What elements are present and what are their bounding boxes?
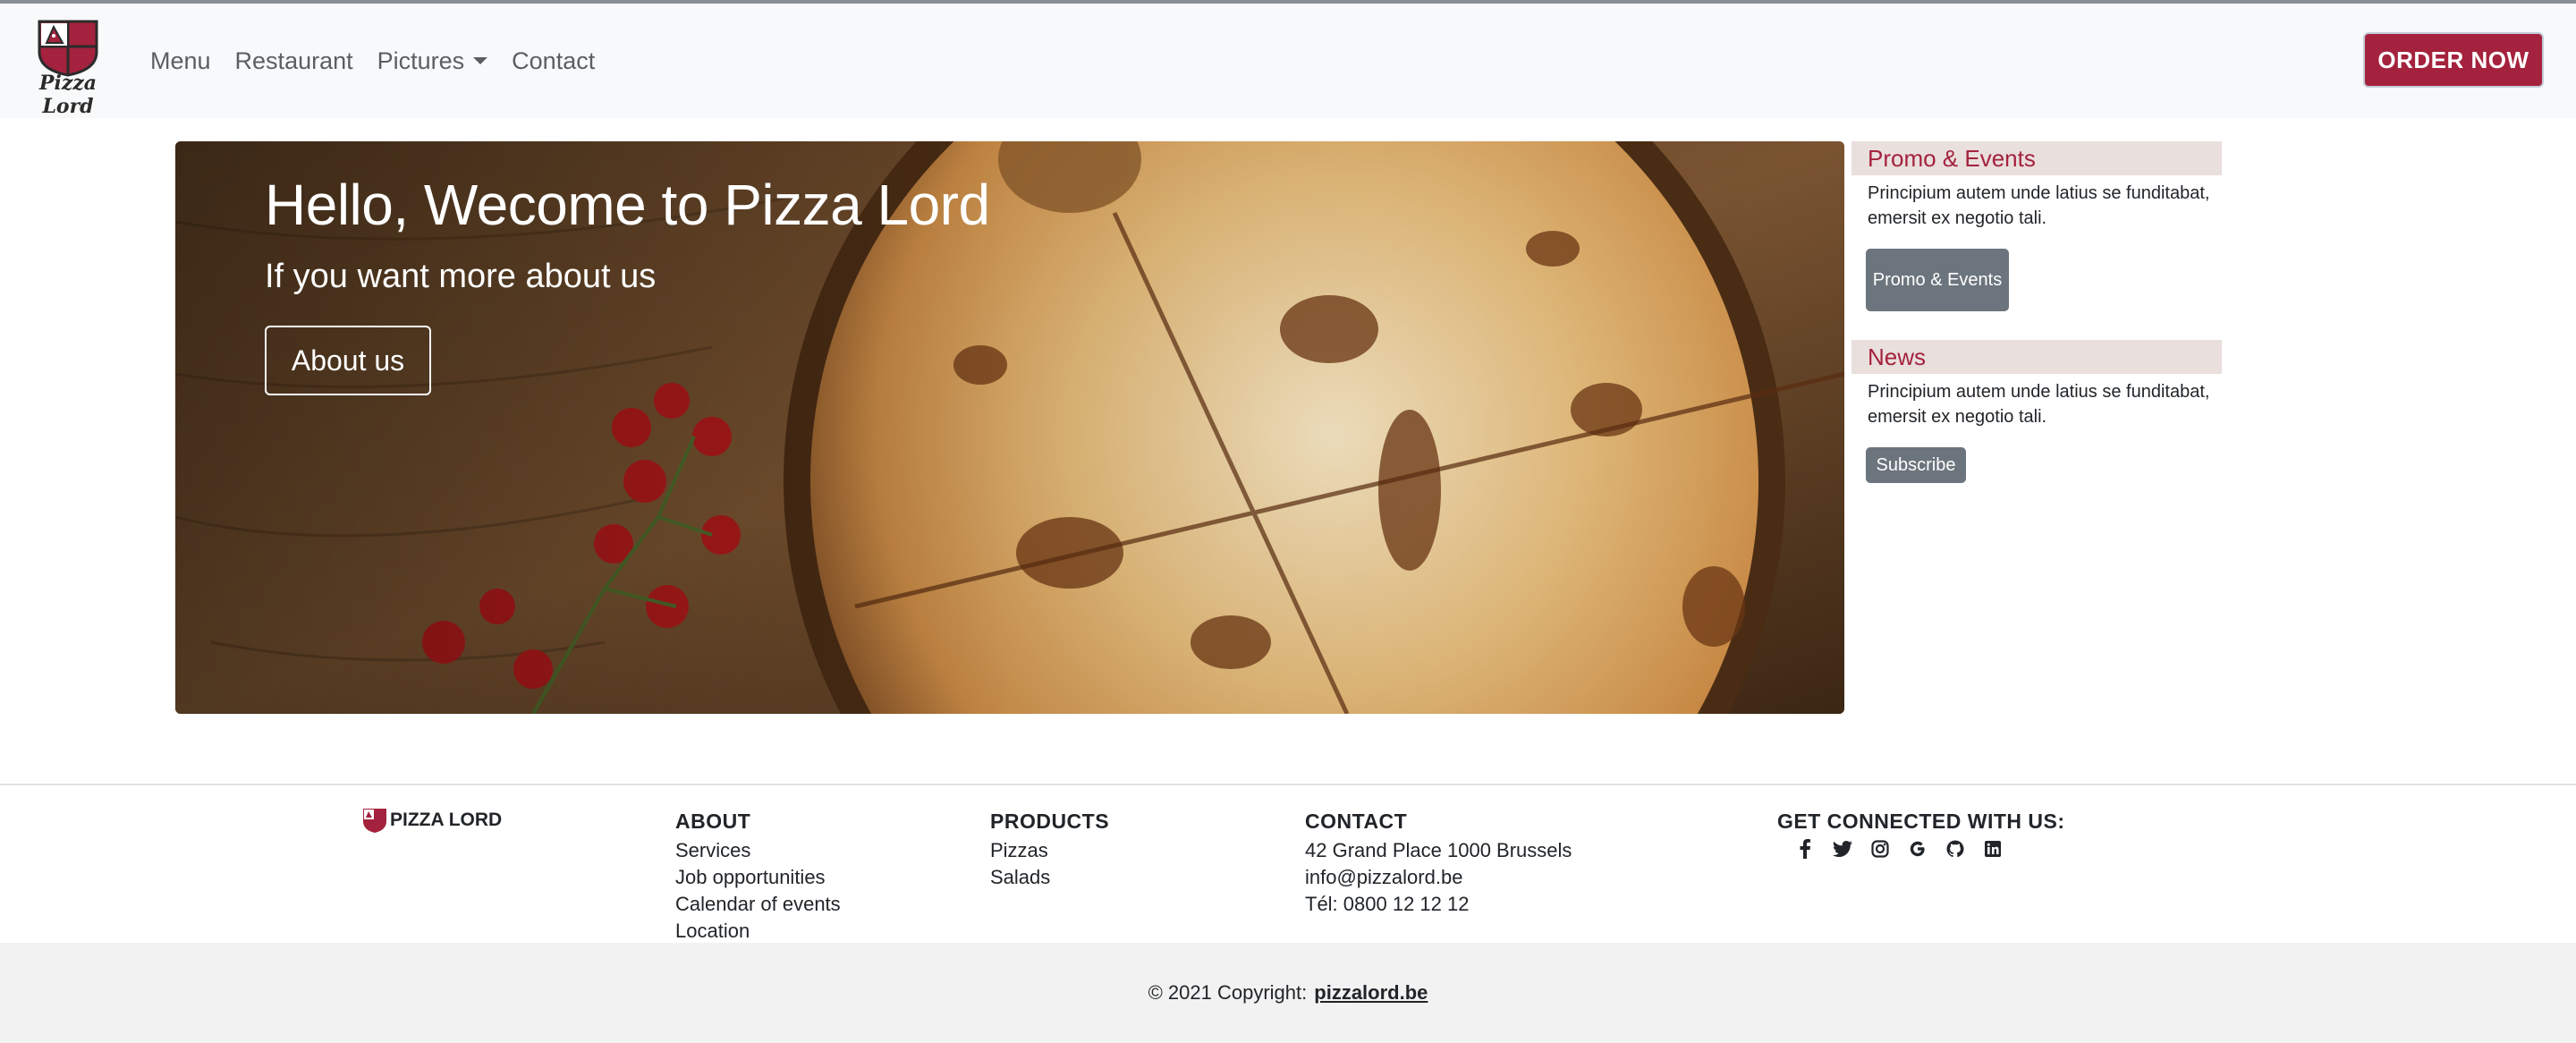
copyright-text: © 2021 Copyright: [1148,981,1308,1004]
nav-pictures-label: Pictures [377,47,465,74]
footer-social: GET CONNECTED WITH US: [1777,807,2065,859]
subscribe-button[interactable]: Subscribe [1866,447,1966,483]
footer-brand[interactable]: PIZZA LORD [361,807,502,834]
footer-logo-icon [363,809,386,833]
copyright-link[interactable]: pizzalord.be [1314,981,1428,1005]
order-now-button[interactable]: ORDER NOW [2363,32,2544,88]
social-icons [1777,839,2065,859]
copyright-bar: © 2021 Copyright: pizzalord.be [0,943,2576,1043]
footer-email[interactable]: info@pizzalord.be [1305,864,1572,891]
brand-name: Pizza Lord [38,72,97,118]
footer-contact-title: CONTACT [1305,810,1408,833]
footer-social-title: GET CONNECTED WITH US: [1777,810,2065,833]
promo-events-card: Promo & Events Principium autem unde lat… [1852,141,2222,320]
footer-link-calendar[interactable]: Calendar of events [675,891,841,918]
caret-down-icon [473,57,488,64]
footer-link-jobs[interactable]: Job opportunities [675,864,841,891]
footer-brand-name: PIZZA LORD [390,810,503,830]
promo-events-text: Principium autem unde latius se funditab… [1868,183,2210,228]
footer-link-services[interactable]: Services [675,837,841,864]
nav-contact[interactable]: Contact [512,43,595,79]
hero-subtitle: If you want more about us [265,258,657,295]
google-icon[interactable] [1908,839,1928,859]
nav-links: Menu Restaurant Pictures Contact [150,43,619,79]
hero-title: Hello, Wecome to Pizza Lord [265,173,990,237]
hero-carousel: Hello, Wecome to Pizza Lord If you want … [175,141,1844,714]
brand-logo[interactable]: Pizza Lord [18,16,118,118]
nav-menu[interactable]: Menu [150,43,211,79]
shield-logo-icon [38,20,98,77]
nav-restaurant[interactable]: Restaurant [235,43,353,79]
footer-divider [0,784,2576,785]
about-us-button[interactable]: About us [265,326,431,395]
footer-about-title: ABOUT [675,810,751,833]
promo-events-title: Promo & Events [1852,141,2222,175]
footer-products-title: PRODUCTS [990,810,1110,833]
footer-link-location[interactable]: Location [675,918,841,945]
footer-products: PRODUCTS Pizzas Salads [990,807,1109,891]
footer-about: ABOUT Services Job opportunities Calenda… [675,807,841,945]
news-text: Principium autem unde latius se funditab… [1868,382,2210,427]
footer-address: 42 Grand Place 1000 Brussels [1305,839,1572,861]
footer-phone: Tél: 0800 12 12 12 [1305,893,1470,915]
promo-events-button[interactable]: Promo & Events [1866,249,2009,311]
github-icon[interactable] [1945,839,1965,859]
facebook-icon[interactable] [1795,839,1815,859]
instagram-icon[interactable] [1870,839,1890,859]
navbar: Pizza Lord Menu Restaurant Pictures Cont… [0,4,2576,118]
footer-contact: CONTACT 42 Grand Place 1000 Brussels inf… [1305,807,1572,918]
linkedin-icon[interactable] [1983,839,2003,859]
news-title: News [1852,340,2222,374]
news-card: News Principium autem unde latius se fun… [1852,340,2222,492]
nav-pictures-dropdown[interactable]: Pictures [377,43,488,79]
footer-link-salads[interactable]: Salads [990,864,1109,891]
footer-link-pizzas[interactable]: Pizzas [990,837,1109,864]
twitter-icon[interactable] [1833,839,1852,859]
